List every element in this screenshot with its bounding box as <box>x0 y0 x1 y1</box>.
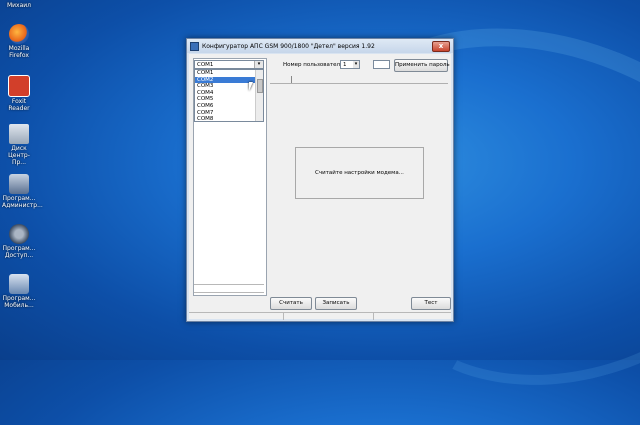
tab-divider <box>291 76 292 83</box>
desktop-icon-foxit[interactable]: Foxit Reader <box>2 75 36 112</box>
read-settings-message: Считайте настройки модема... <box>295 147 424 199</box>
desktop-icon-label: Mozilla Firefox <box>8 45 30 59</box>
desktop-icon-program-access[interactable]: Програм... Доступ... <box>2 224 36 259</box>
message-text: Считайте настройки модема... <box>315 170 404 176</box>
chevron-down-icon[interactable]: ▾ <box>254 61 263 68</box>
window-client: COM1 ▾ COM1 COM2 COM3 COM4 COM5 COM6 COM… <box>189 54 451 320</box>
monitor-icon <box>9 274 29 294</box>
pdf-icon <box>8 75 30 97</box>
apply-password-button[interactable]: Применить пароль <box>394 59 450 72</box>
disk-icon <box>9 124 29 144</box>
program-icon <box>9 174 29 194</box>
port-option-highlighted[interactable]: COM2 <box>195 76 257 84</box>
port-option[interactable]: COM4 <box>195 90 257 97</box>
headset-icon <box>9 224 29 244</box>
test-button[interactable]: Тест <box>411 297 451 310</box>
desktop-icon-label: Михаил <box>6 2 32 9</box>
tab-strip <box>270 75 448 84</box>
firefox-icon <box>9 24 29 44</box>
close-button[interactable]: x <box>432 40 450 52</box>
desktop-icon-firefox[interactable]: Mozilla Firefox <box>2 24 36 59</box>
port-option[interactable]: COM1 <box>195 70 257 77</box>
configurator-window: Конфигуратор АПС GSM 900/1800 "Детел" ве… <box>186 38 454 322</box>
desktop-icon-disk[interactable]: Диск Центр-Пр... <box>2 124 36 166</box>
status-bar <box>189 312 451 320</box>
desktop-icon-label: Програм... Мобиль... <box>2 295 36 309</box>
app-icon <box>190 41 199 51</box>
user-number-label: Номер пользователя: <box>283 62 346 68</box>
window-title: Конфигуратор АПС GSM 900/1800 "Детел" ве… <box>202 42 375 50</box>
desktop-icon-program-mobile[interactable]: Програм... Мобиль... <box>2 274 36 309</box>
read-button[interactable]: Считать <box>270 297 312 310</box>
scrollbar-thumb[interactable] <box>257 79 263 93</box>
status-divider <box>283 313 284 320</box>
left-status-rows <box>194 284 264 300</box>
password-field[interactable] <box>373 60 390 69</box>
user-number-select[interactable]: 1 ▾ <box>340 60 360 69</box>
port-select[interactable]: COM1 ▾ <box>194 60 264 69</box>
window-titlebar[interactable]: Конфигуратор АПС GSM 900/1800 "Детел" ве… <box>187 39 453 53</box>
write-button[interactable]: Записать <box>315 297 357 310</box>
status-row <box>194 292 264 300</box>
mouse-cursor-icon <box>249 82 253 91</box>
port-option[interactable]: COM8 <box>195 116 257 123</box>
desktop-icon-label: Foxit Reader <box>8 98 30 112</box>
desktop-icon-label: Програм... Администр... <box>2 195 43 209</box>
status-divider <box>373 313 374 320</box>
user-number-value: 1 <box>343 62 347 68</box>
port-option[interactable]: COM3 <box>195 83 257 90</box>
chevron-down-icon[interactable]: ▾ <box>353 61 359 68</box>
port-select-value: COM1 <box>197 62 214 68</box>
port-option[interactable]: COM5 <box>195 96 257 103</box>
desktop-icon-program-admin[interactable]: Програм... Администр... <box>2 174 43 209</box>
desktop-icon-label: Диск Центр-Пр... <box>8 145 30 166</box>
desktop-icon-user[interactable]: Михаил <box>2 2 36 9</box>
dropdown-scrollbar[interactable] <box>255 70 263 121</box>
port-option[interactable]: COM7 <box>195 110 257 117</box>
status-row <box>194 284 264 292</box>
port-dropdown-list: COM1 COM2 COM3 COM4 COM5 COM6 COM7 COM8 <box>194 69 264 122</box>
desktop-icon-label: Програм... Доступ... <box>2 245 36 259</box>
port-option[interactable]: COM6 <box>195 103 257 110</box>
